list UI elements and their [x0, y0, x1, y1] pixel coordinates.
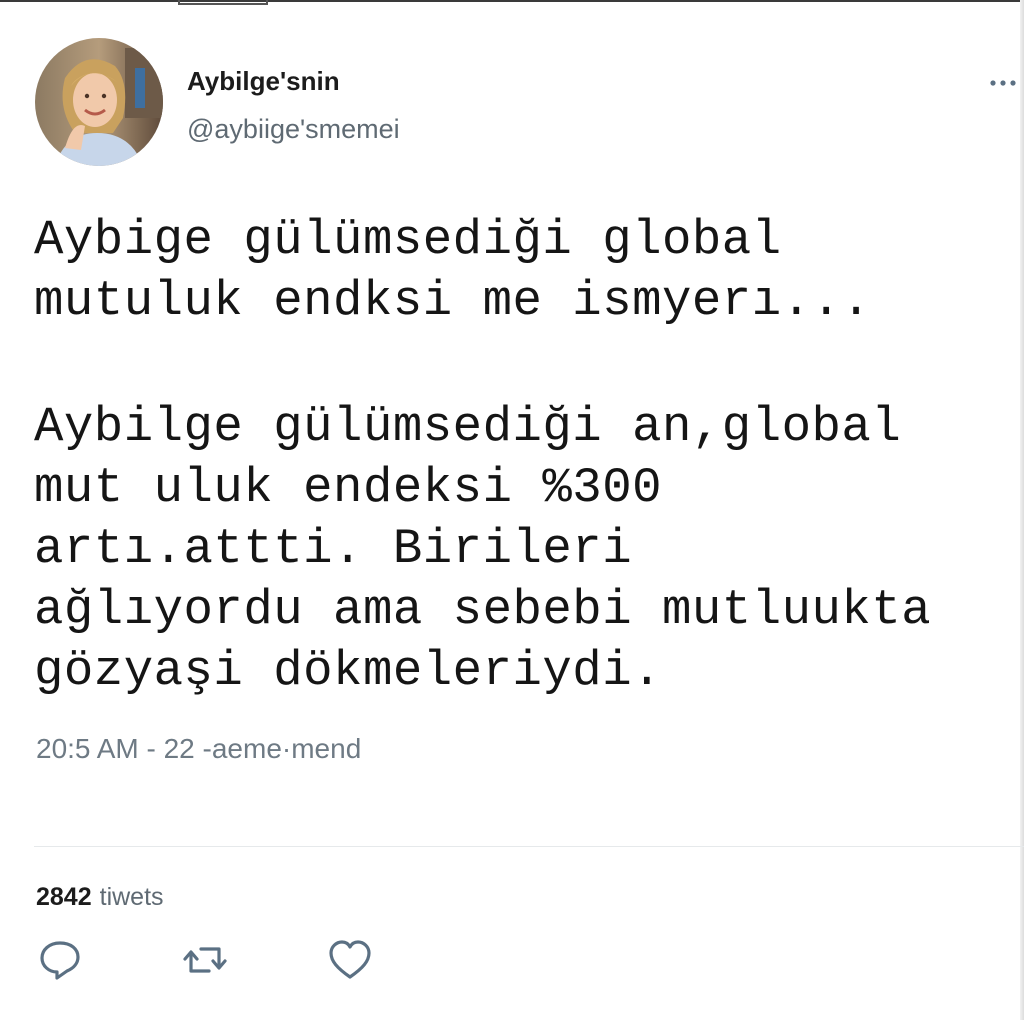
tweet-text-line: gözyaşi dökmeleriydi. [34, 643, 663, 699]
tweet-card: Aybilge'snin @aybiige'smemei Aybige gülü… [0, 0, 1024, 1020]
tweet-text-line: Aybilge gülümsediği an,global [34, 399, 902, 455]
avatar[interactable] [35, 38, 163, 166]
tweet-text-paragraph-2: Aybilge gülümsediği an,global mut uluk e… [34, 397, 931, 702]
reply-button[interactable] [37, 937, 83, 983]
avatar-image [35, 38, 163, 166]
tweet-timestamp[interactable]: 20:5 AM - 22 -aeme·mend [36, 733, 361, 765]
user-handle[interactable]: @aybiige'smemei [187, 114, 400, 145]
retweet-icon [183, 947, 227, 973]
like-button[interactable] [327, 937, 373, 983]
retweet-button[interactable] [182, 937, 228, 983]
more-horizontal-icon [990, 80, 1016, 86]
reply-icon [40, 941, 80, 980]
retweet-count: 2842 [36, 883, 92, 911]
tweet-text-line: Aybige gülümsediği global [34, 212, 782, 268]
display-name[interactable]: Aybilge'snin [187, 66, 340, 97]
divider [34, 846, 1024, 847]
tweet-text-line: artı.attti. Birileri [34, 521, 633, 577]
tweet-stats[interactable]: 2842 tiwets [36, 883, 164, 912]
retweet-count-label: tiwets [99, 883, 164, 911]
tweet-text-line: mut uluk endeksi %300 [34, 460, 663, 516]
tweet-text-paragraph-1: Aybige gülümsediği global mutuluk endksi… [34, 210, 871, 332]
heart-icon [329, 940, 371, 979]
more-options-button[interactable] [984, 70, 1024, 96]
tweet-text-line: ağlıyordu ama sebebi mutluukta [34, 582, 932, 638]
tweet-text-line: mutuluk endksi me ismyerı... [34, 273, 872, 329]
